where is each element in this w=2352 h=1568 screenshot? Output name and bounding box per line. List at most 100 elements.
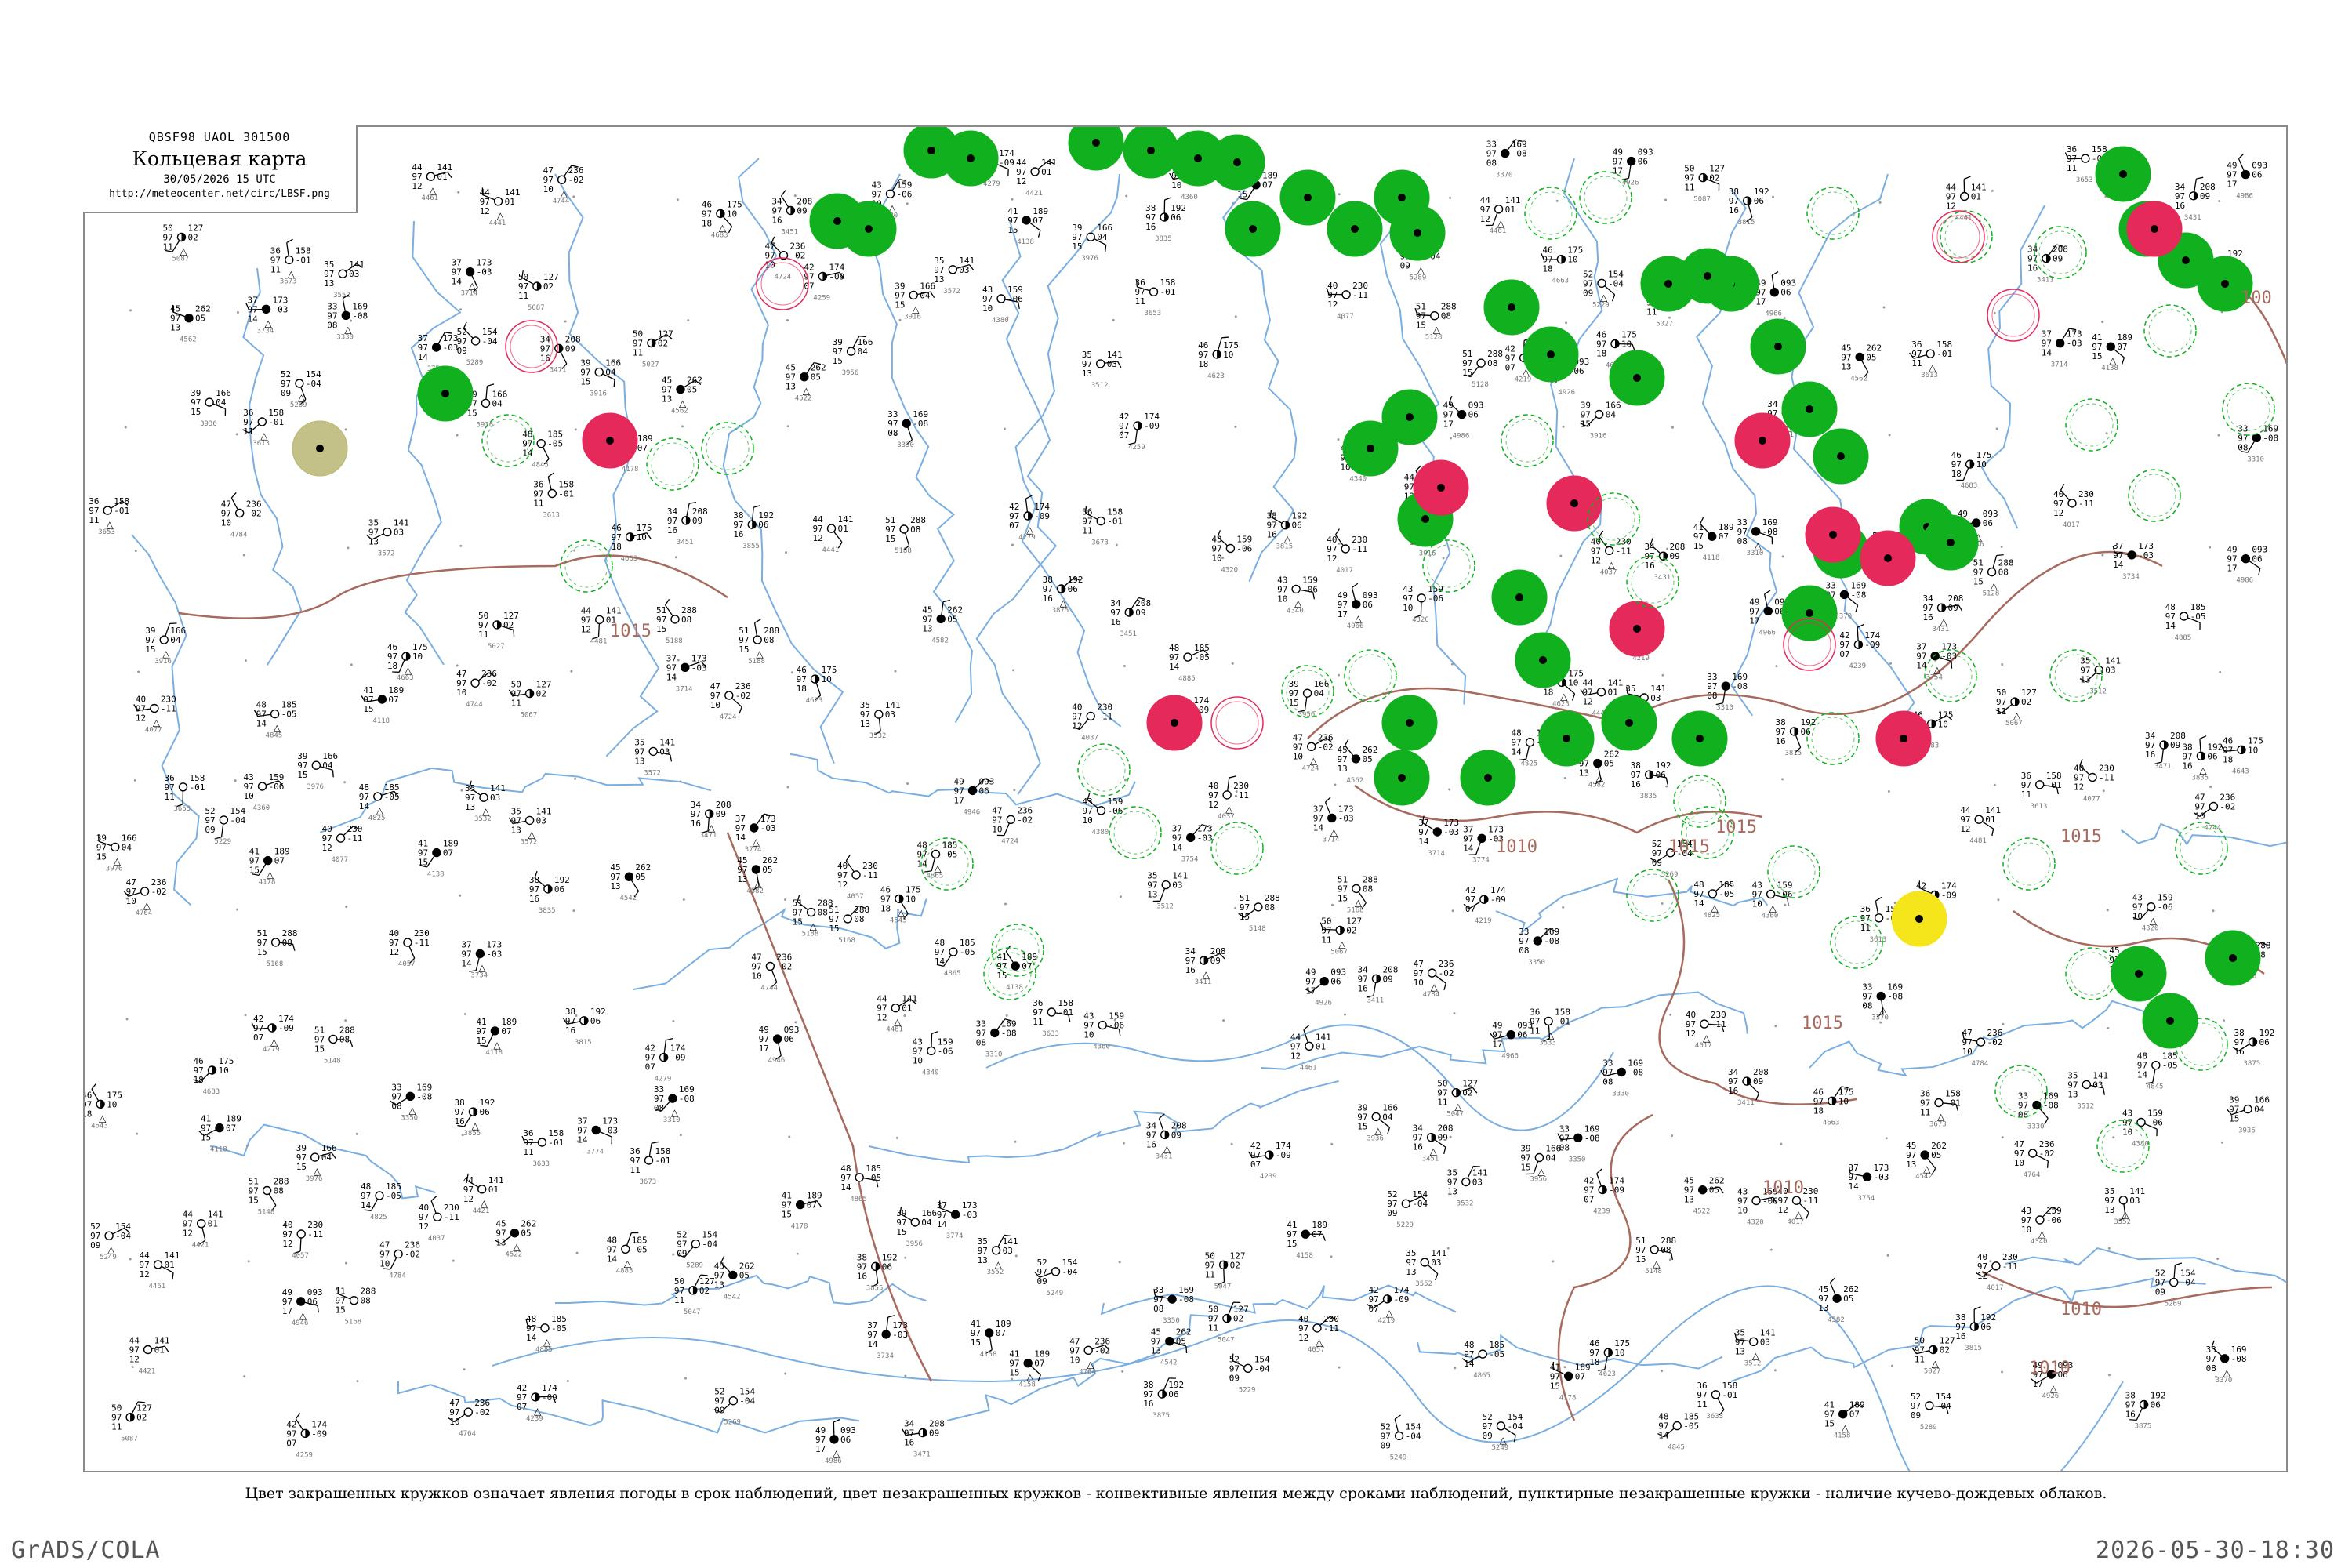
circle-ring	[760, 262, 804, 306]
station-dew: 12	[136, 713, 146, 724]
station-circle-icon	[851, 870, 861, 880]
station-model: 499717093064966	[1755, 270, 1796, 318]
station-tendency: -05	[1719, 889, 1734, 899]
station-circle-icon	[1478, 1349, 1487, 1359]
station-tendency: -11	[1616, 546, 1632, 556]
station-circle-icon	[2034, 780, 2045, 789]
station-dew: 18	[880, 903, 891, 913]
station-index: 4946	[964, 808, 981, 816]
wind-barb-icon	[875, 1270, 879, 1284]
station-tendency: -05	[384, 792, 400, 802]
station-model: 41971518907△4158	[1824, 1400, 1865, 1440]
station-dew: 16	[2175, 201, 2185, 211]
station-tendency: 04	[1382, 1112, 1393, 1122]
station-dew: 13	[2080, 675, 2090, 685]
station-dew: 16	[1413, 1142, 1423, 1152]
station-circle-icon	[2221, 280, 2229, 288]
station-dew: 14	[935, 956, 946, 967]
station-index: 3835	[539, 907, 556, 915]
wind-barb-icon	[1160, 888, 1166, 902]
station-index: 4966	[1765, 310, 1782, 318]
station-tendency: 07	[996, 1328, 1006, 1338]
grid-dot	[1004, 902, 1007, 906]
station-circle-icon	[373, 792, 383, 801]
station-circle-icon	[2106, 342, 2116, 351]
station-dew: 16	[1267, 530, 1277, 540]
station-index: 4582	[1828, 1316, 1845, 1324]
grid-dot	[2221, 1141, 2224, 1144]
grid-dot	[1772, 195, 1775, 198]
isobar-label: 1015	[2060, 827, 2102, 847]
station-circle-icon	[150, 703, 159, 713]
station-index: 4663	[1552, 278, 1569, 285]
station-index: 3330	[2027, 1123, 2045, 1131]
station-tendency: 03	[536, 815, 546, 826]
station-index: 4320	[2142, 925, 2159, 933]
station-index: 5128	[1425, 334, 1443, 342]
circle-ring	[1215, 701, 1259, 745]
station-index: 5229	[1239, 1386, 1256, 1394]
station-model: 459713262054522	[1684, 1176, 1725, 1216]
station-dew: 17	[1305, 986, 1316, 996]
grid-dot	[345, 906, 348, 909]
station-index: 5289	[1920, 1424, 1937, 1432]
station-tendency: 06	[1983, 518, 1993, 528]
station-dew: 17	[2033, 1379, 2043, 1389]
station-dew: 14	[2113, 560, 2124, 570]
station-index: 4320	[1412, 616, 1429, 624]
station-tendency: -08	[2231, 1354, 2247, 1364]
station-tendency: 05	[1866, 352, 1876, 362]
isobar-label: 1010	[1762, 1178, 1804, 1198]
station-tendency: 10	[822, 674, 832, 684]
station-circle-icon	[1414, 229, 1421, 237]
cumulonimbus-circle	[983, 947, 1036, 1000]
station-dew: 11	[270, 264, 281, 274]
map-canvas: 339708169-08△331034971620809341135971314…	[85, 127, 2286, 1471]
station-model: 419715189074178	[782, 1191, 822, 1231]
station-index: 3956	[842, 369, 859, 377]
wind-barb-flag-icon	[295, 1413, 301, 1420]
station-tendency: -01	[1058, 1007, 1073, 1018]
station-index: 4986	[1453, 433, 1470, 441]
station-dew: 12	[1327, 554, 1337, 564]
station-index: 3451	[1120, 630, 1137, 638]
station-model: 50971112702△5087	[163, 223, 204, 263]
station-model: 479710236-024744	[751, 953, 792, 993]
station-tendency: 09	[1135, 608, 1145, 618]
station-tendency: -09	[1144, 421, 1160, 431]
station-dew: 07	[253, 1033, 263, 1043]
station-index: 4683	[711, 231, 728, 239]
station-dew: 14	[1169, 662, 1180, 672]
station-index: 3815	[1276, 543, 1294, 551]
station-model: 469718175104663	[1541, 245, 1583, 285]
station-dew: 11	[533, 499, 543, 509]
station-dew: 07	[1839, 649, 1849, 659]
grid-dot	[796, 1252, 799, 1255]
station-index: 4340	[2031, 1238, 2048, 1246]
station-model: 429707174-09△4219	[1367, 1285, 1410, 1325]
station-dew: 13	[786, 382, 796, 392]
station-circle-icon	[1185, 833, 1196, 842]
station-dew: 07	[517, 1402, 527, 1412]
station-circle-icon	[2151, 1060, 2161, 1070]
station-tendency: -01	[268, 417, 284, 427]
circle-ring	[2007, 842, 2051, 886]
station-tendency: 05	[762, 865, 772, 875]
station-model: 44971214101△4481	[877, 994, 917, 1034]
station-tendency: 05	[635, 872, 645, 882]
station-tendency: 01	[505, 197, 515, 207]
isobar-line	[1981, 1270, 2273, 1308]
station-dew: 15	[580, 377, 590, 387]
station-circle-icon	[1672, 1421, 1682, 1431]
station-dew: 15	[1237, 190, 1247, 200]
station-dew: 13	[714, 1279, 724, 1290]
station-model: 449712141014421	[129, 1336, 170, 1376]
station-index: 4138	[427, 871, 445, 879]
station-circle-icon	[1664, 280, 1672, 288]
station-dew: 14	[418, 352, 429, 362]
station-tendency: 06	[307, 1297, 318, 1307]
grid-dot	[1993, 783, 1996, 786]
station-index: 3633	[1539, 1040, 1556, 1047]
circle-ring	[706, 426, 750, 470]
station-circle-icon	[1222, 790, 1232, 800]
